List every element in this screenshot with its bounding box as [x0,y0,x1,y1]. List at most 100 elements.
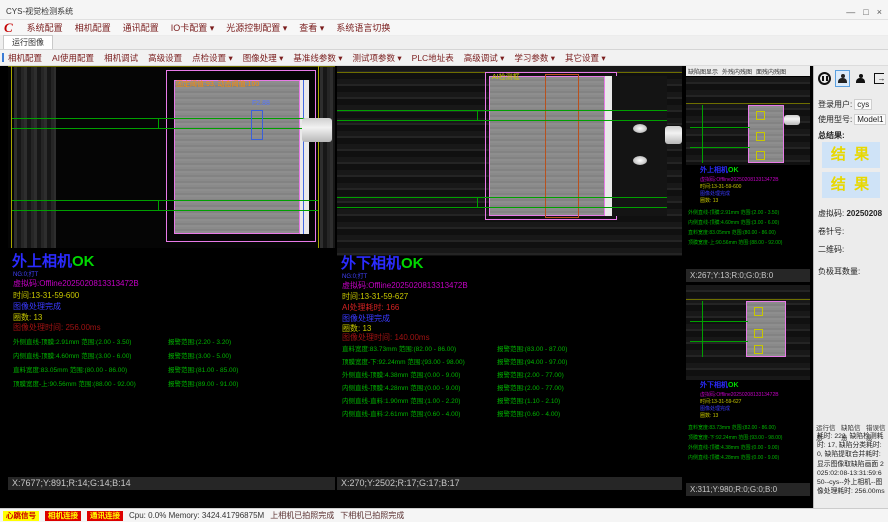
toolbar-camera-config[interactable]: 相机配置 [8,52,42,64]
material-edge [605,76,612,216]
menu-item-view[interactable]: 查看 ▾ [299,21,324,34]
middle-camera-image[interactable]: AI检测框 [337,66,682,256]
virtual-barcode: 虚拟码:Offline2025020813313472B [700,393,779,399]
measure-tick [702,301,703,357]
calibration-line [686,299,810,300]
model-label: 使用型号: [818,115,852,124]
login-user-label: 登录用户: [818,100,852,109]
measure-line [337,207,667,208]
alarm-range: 报警范围:(3.00 - 5.00) [168,353,231,360]
detect-box [251,110,263,140]
thumb-tab-strip: 缺陷图显示 外残内残图 面残内残图 [686,66,810,76]
toolbar-plc-address[interactable]: PLC地址表 [412,52,454,64]
toolbar-other-settings[interactable]: 其它设置 ▾ [565,52,606,64]
tab-strip: 运行图像 [0,36,888,50]
machine-background [320,66,335,248]
left-camera-image[interactable]: 固定阈值:93, 动态阈值:100 F2.88 [8,66,335,248]
menu-item-light-config[interactable]: 光源控制配置 ▾ [226,21,287,34]
toolbar-baseline-params[interactable]: 基准线参数 ▾ [293,52,342,64]
toolbar-camera-debug[interactable]: 相机调试 [104,52,138,64]
user-icon [838,74,847,84]
comm-link-badge: 通讯连接 [87,511,123,521]
measurement-row: 内侧直线-顶膜:4.28mm 范围:(0.00 - 9.00) [342,385,460,392]
tab-face-residual[interactable]: 面残内残图 [756,67,786,76]
turns-count: 圈数: 13 [700,414,718,420]
status-bar: 心跳信号 相机连接 通讯连接 Cpu: 0.0% Memory: 3424.41… [0,508,888,522]
alarm-range: 报警范围:(2.00 - 77.00) [497,372,564,379]
measure-tick [702,105,703,163]
measurement-row: 直料宽度:83.73mm 范围:(82.00 - 86.00) [688,426,776,432]
login-user-button[interactable] [835,70,850,87]
defect-box [754,307,763,316]
alarm-range: 报警范围:(2.00 - 77.00) [497,385,564,392]
toolbar-ai-config[interactable]: AI使用配置 [52,52,94,64]
toolbar-learning-params[interactable]: 学习参数 ▾ [514,52,555,64]
calibration-line [686,103,810,104]
capture-time: 时间:13-31-59-600 [700,185,741,191]
model-value[interactable]: Model1 [854,114,886,125]
measurement-row: 内侧直线-顶膜:4.60mm 范围:(3.00 - 6.00) [13,353,131,360]
measure-line [12,210,318,211]
tab-connector [784,115,800,125]
defect-box [756,111,765,120]
menu-item-comm-config[interactable]: 通讯配置 [123,21,159,34]
process-done-label: 图像处理完成 [700,192,730,198]
toolbar-spotcheck-settings[interactable]: 点检设置 ▾ [192,52,233,64]
measurement-row: 直料宽度:83.73mm 范围:(82.00 - 86.00) [342,346,456,353]
pixel-readout: X:311;Y:980;R:0;G:0;B:0 [686,483,810,496]
camera-result-title: 外上相机OK [12,254,95,271]
marker-label: F2.88 [252,100,270,108]
capture-time: 时间:13-31-59-627 [342,293,408,302]
title-bar: CYS-视觉检测系统 — □ × [0,0,888,20]
pause-button[interactable] [817,70,832,87]
tab-defect-image[interactable]: 缺陷图显示 [688,67,718,76]
close-icon[interactable]: × [877,7,882,17]
total-result-label: 总结果: [818,130,845,141]
capture-time: 时间:13-31-59-627 [700,400,741,406]
login-user-row: 登录用户:cys [818,99,872,110]
toolbar-test-params[interactable]: 测试项参数 ▾ [353,52,402,64]
measure-line [690,341,748,342]
toolbar-advanced-debug[interactable]: 高级调试 ▾ [464,52,505,64]
alarm-range: 报警范围:(89.00 - 91.00) [168,381,238,388]
process-done-label: 图像处理完成 [13,303,61,312]
run-log-text: 耗时: 222, 缺陷检测耗时: 17, 缺陷分类耗时: 0, 缺陷提取合并耗时… [817,432,885,496]
thumb2-image[interactable] [686,285,810,380]
measurement-row: 内侧直线-顶膜:4.28mm 范围:(0.00 - 9.00) [688,456,779,462]
camera-result-title: 外上相机OK [700,167,739,175]
measurement-row: 顶膜宽度-下:92.24mm 范围:(93.00 - 98.00) [688,436,782,442]
highlight-blob [633,156,647,165]
login-user-value[interactable]: cys [854,99,872,110]
maximize-icon[interactable]: □ [863,7,868,17]
toolbar: 相机配置 AI使用配置 相机调试 高级设置 点检设置 ▾ 图像处理 ▾ 基准线参… [0,50,888,66]
left-camera-panel: 固定阈值:93, 动态阈值:100 F2.88 外上相机OK NG:0;打T 虚… [8,66,335,490]
defect-box [754,329,763,338]
tab-run-image[interactable]: 运行图像 [3,35,53,49]
upper-camera-status: 上相机已拍照完成 [270,510,334,521]
highlight-blob [633,124,647,133]
switch-user-button[interactable] [853,70,868,87]
measure-tick [477,197,478,208]
menu-item-language[interactable]: 系统语言切换 [336,21,390,34]
menu-item-system-config[interactable]: 系统配置 [27,21,63,34]
pixel-readout: X:7677;Y:891;R:14;G:14;B:14 [8,477,335,490]
material-region [748,105,784,163]
virtual-code-value: 20250208 [846,209,882,218]
material-region [746,301,786,357]
menu-item-camera-config[interactable]: 相机配置 [75,21,111,34]
ai-box-label: AI检测框 [492,74,520,82]
threshold-overlay: 固定阈值:93, 动态阈值:100 [176,81,259,89]
main-area: 固定阈值:93, 动态阈值:100 F2.88 外上相机OK NG:0;打T 虚… [0,66,888,508]
machine-background [14,66,56,248]
defect-box [756,132,765,141]
toolbar-advanced-settings[interactable]: 高级设置 [148,52,182,64]
menu-item-io-config[interactable]: IO卡配置 ▾ [171,21,215,34]
cpu-memory-text: Cpu: 0.0% Memory: 3424.41796875M [129,511,264,520]
tab-outer-residual[interactable]: 外残内残图 [722,67,752,76]
toolbar-image-processing[interactable]: 图像处理 ▾ [243,52,284,64]
measurement-row: 外侧直线-顶膜:4.38mm 范围:(0.00 - 9.00) [342,372,460,379]
result-box-1: 结 果 [822,142,880,168]
logout-button[interactable]: → [871,70,886,87]
minimize-icon[interactable]: — [846,7,855,17]
thumb1-image[interactable] [686,77,810,165]
